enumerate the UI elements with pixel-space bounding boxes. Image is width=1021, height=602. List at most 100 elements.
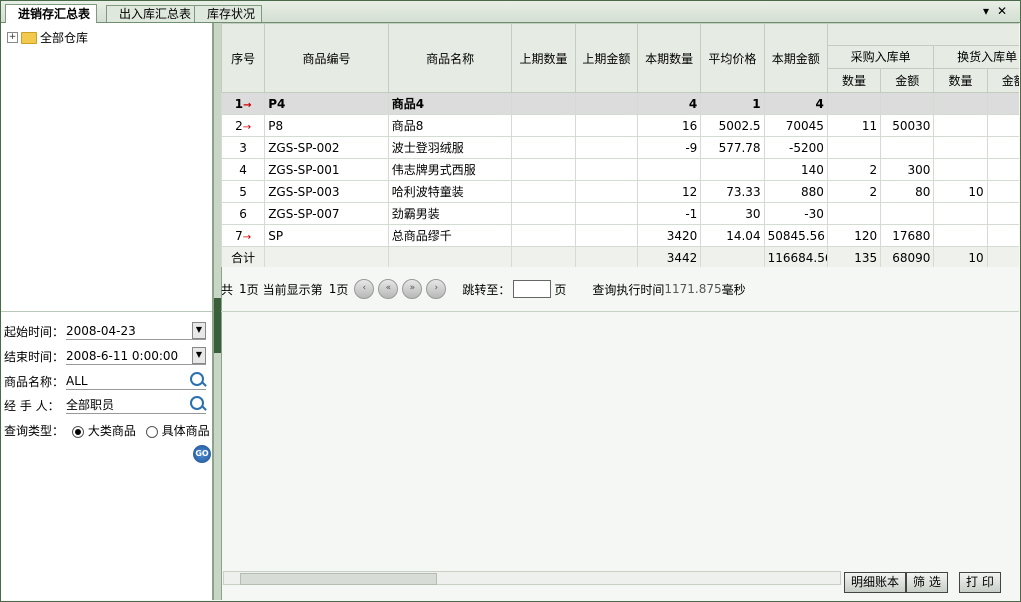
cell-prev-amt[interactable] — [574, 202, 638, 225]
cell-qty[interactable]: 16 — [636, 114, 702, 137]
cell-code[interactable]: ZGS-SP-007 — [264, 202, 389, 225]
horizontal-scrollbar[interactable] — [223, 571, 841, 585]
detail-ledger-button[interactable]: 明细账本 — [844, 572, 907, 593]
col-header-prev-qty[interactable]: 上期数量 — [511, 23, 576, 93]
radio-specific[interactable]: 具体商品 — [145, 422, 210, 439]
cell-exchange-amt[interactable] — [986, 202, 1019, 225]
table-row[interactable]: 5 ZGS-SP-003哈利波特童装 1273.33880280108 — [221, 180, 1019, 203]
cell-exchange-amt[interactable] — [986, 136, 1019, 159]
handler-field[interactable]: 全部职员 — [66, 396, 206, 414]
cell-exchange-qty[interactable]: 10 — [933, 180, 988, 203]
cell-code[interactable]: P4 — [264, 92, 389, 115]
table-row[interactable]: 6 ZGS-SP-007 劲霸男装 -1 30 -30 — [221, 202, 1019, 225]
go-button[interactable]: GO — [193, 445, 211, 463]
filter-button[interactable]: 筛 选 — [906, 572, 948, 593]
cell-prev-qty[interactable] — [511, 158, 576, 181]
cell-avg-price[interactable]: 5002.5 — [700, 114, 765, 137]
collapse-handle[interactable] — [214, 298, 221, 353]
col-header-name[interactable]: 商品名称 — [387, 23, 513, 93]
first-page-icon[interactable]: ‹ — [354, 279, 375, 299]
cell-index[interactable]: 2→ — [221, 114, 266, 137]
tab-in-out-summary[interactable]: 出入库汇总表 — [106, 5, 199, 22]
cell-prev-qty[interactable] — [511, 180, 576, 203]
cell-index[interactable]: 1→ — [221, 92, 266, 115]
cell-exchange-amt[interactable] — [986, 158, 1019, 181]
cell-prev-qty[interactable] — [511, 114, 576, 137]
cell-purchase-qty[interactable] — [826, 202, 882, 225]
radio-checked-icon[interactable] — [72, 425, 84, 438]
radio-unchecked-icon[interactable] — [145, 425, 158, 438]
search-icon[interactable] — [190, 372, 204, 386]
search-icon[interactable] — [190, 396, 204, 410]
cell-avg-price[interactable]: 14.04 — [700, 224, 765, 247]
cell-exchange-qty[interactable] — [933, 224, 988, 247]
cell-purchase-amt[interactable]: 80 — [880, 180, 935, 203]
cell-qty[interactable]: -1 — [636, 202, 702, 225]
cell-purchase-qty[interactable]: 11 — [826, 114, 882, 137]
cell-name[interactable]: 商品4 — [387, 92, 513, 115]
cell-prev-amt[interactable] — [574, 136, 638, 159]
col-header-avg-price[interactable]: 平均价格 — [700, 23, 765, 93]
cell-index[interactable]: 4 — [221, 158, 266, 181]
cell-avg-price[interactable]: 73.33 — [700, 180, 765, 203]
cell-exchange-amt[interactable]: 8 — [986, 180, 1019, 203]
print-button[interactable]: 打 印 — [959, 572, 1001, 593]
subheader-exchange-qty[interactable]: 数量 — [933, 68, 988, 93]
table-row[interactable]: 4 ZGS-SP-001 伟志牌男式西服 140 2 300 — [221, 158, 1019, 181]
cell-avg-price[interactable]: 1 — [700, 92, 765, 115]
cell-purchase-amt[interactable]: 300 — [880, 158, 935, 181]
tab-stock-status[interactable]: 库存状况 — [194, 5, 263, 22]
cell-prev-amt[interactable] — [574, 92, 638, 115]
cell-exchange-qty[interactable] — [933, 114, 988, 137]
cell-qty[interactable]: 12 — [636, 180, 702, 203]
cell-qty[interactable]: 4 — [636, 92, 702, 115]
cell-avg-price[interactable]: 30 — [700, 202, 765, 225]
cell-purchase-amt[interactable] — [880, 92, 935, 115]
cell-prev-amt[interactable] — [574, 180, 638, 203]
cell-purchase-amt[interactable] — [880, 136, 935, 159]
cell-code[interactable]: SP — [264, 224, 389, 247]
cell-prev-qty[interactable] — [511, 92, 576, 115]
cell-purchase-qty[interactable] — [826, 92, 882, 115]
cell-code[interactable]: ZGS-SP-002 — [264, 136, 389, 159]
cell-exchange-amt[interactable] — [986, 114, 1019, 137]
cell-purchase-amt[interactable]: 50030 — [880, 114, 935, 137]
cell-qty[interactable] — [636, 158, 702, 181]
next-page-icon[interactable]: » — [402, 279, 423, 299]
cell-prev-qty[interactable] — [511, 224, 576, 247]
cell-purchase-qty[interactable] — [826, 136, 882, 159]
prev-page-icon[interactable]: « — [378, 279, 399, 299]
cell-code[interactable]: ZGS-SP-001 — [264, 158, 389, 181]
subheader-exchange-amt[interactable]: 金额 — [986, 68, 1019, 93]
cell-index[interactable]: 5 — [221, 180, 266, 203]
dropdown-icon[interactable]: ▼ — [192, 322, 206, 339]
cell-avg-price[interactable]: 577.78 — [700, 136, 765, 159]
subheader-purchase-amt[interactable]: 金额 — [880, 68, 935, 93]
cell-qty[interactable]: -9 — [636, 136, 702, 159]
col-header-qty[interactable]: 本期数量 — [636, 23, 702, 93]
cell-index[interactable]: 7→ — [221, 224, 266, 247]
radio-category[interactable]: 大类商品 — [72, 422, 136, 439]
cell-exchange-amt[interactable] — [986, 224, 1019, 247]
cell-amount[interactable]: 880 — [763, 180, 828, 203]
col-header-prev-amt[interactable]: 上期金额 — [574, 23, 638, 93]
cell-code[interactable]: ZGS-SP-003 — [264, 180, 389, 203]
cell-amount[interactable]: 70045 — [763, 114, 828, 137]
expand-icon[interactable]: + — [7, 32, 18, 43]
jump-page-input[interactable] — [513, 280, 552, 298]
cell-purchase-qty[interactable]: 2 — [826, 180, 882, 203]
table-row[interactable]: 1→ P4 商品4 4 1 4 — [221, 92, 1019, 115]
group-header-purchase[interactable]: 采购入库单 — [826, 44, 935, 70]
last-page-icon[interactable]: › — [426, 279, 447, 299]
col-header-amount[interactable]: 本期金额 — [763, 23, 828, 93]
subheader-purchase-qty[interactable]: 数量 — [826, 68, 882, 93]
cell-purchase-amt[interactable] — [880, 202, 935, 225]
cell-amount[interactable]: -5200 — [763, 136, 828, 159]
start-time-field[interactable]: 2008-04-23 ▼ — [66, 322, 206, 340]
cell-prev-qty[interactable] — [511, 136, 576, 159]
group-header-exchange[interactable]: 换货入库单 — [933, 44, 1019, 70]
cell-name[interactable]: 劲霸男装 — [387, 202, 513, 225]
cell-purchase-qty[interactable]: 2 — [826, 158, 882, 181]
scrollbar-thumb[interactable] — [240, 573, 437, 585]
col-header-index[interactable]: 序号 — [221, 23, 266, 93]
